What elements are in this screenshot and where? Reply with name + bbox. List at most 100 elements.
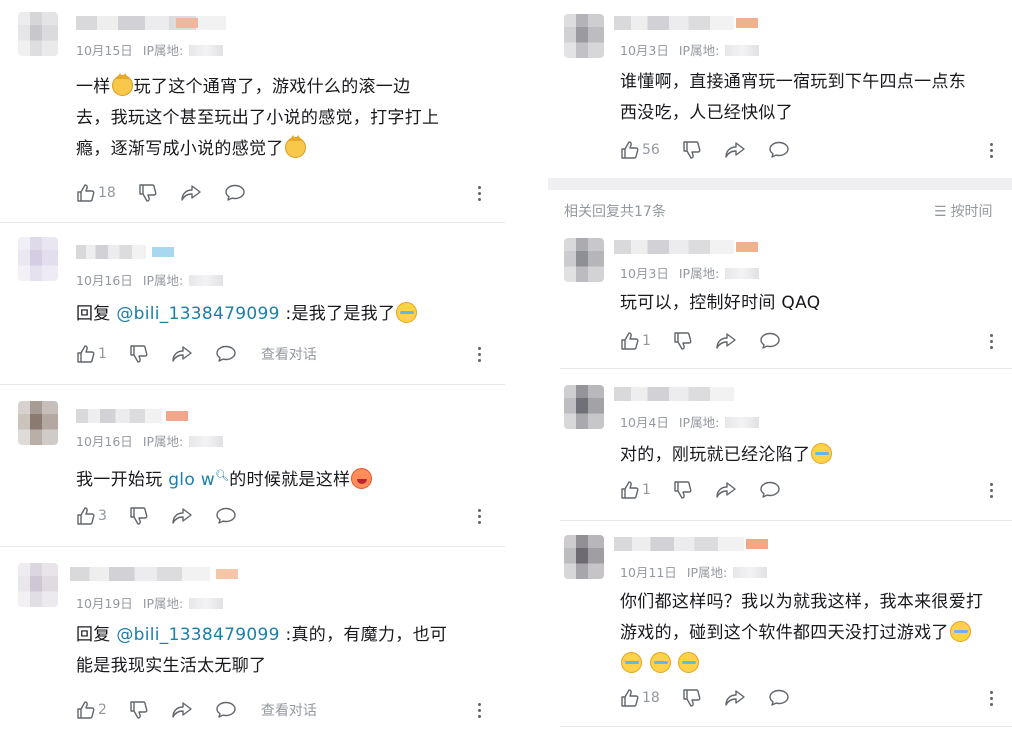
thumb-down-icon (130, 345, 148, 363)
comment-bubble-icon (769, 141, 789, 158)
like-button[interactable]: 3 (76, 507, 107, 525)
comment-actions: 2 查看对话 (76, 699, 317, 721)
comment-bubble-icon (760, 481, 780, 498)
like-button[interactable]: 1 (620, 481, 651, 499)
dislike-button[interactable] (682, 689, 702, 707)
level-badge (152, 247, 174, 257)
sort-lines-icon: ☰ (934, 204, 947, 220)
share-button[interactable] (171, 701, 193, 719)
level-badge (166, 411, 188, 421)
crying-emoji (649, 652, 671, 673)
comment-meta: 10月4日 IP属地: (620, 412, 760, 431)
like-count: 1 (98, 346, 107, 362)
avatar[interactable] (564, 535, 604, 579)
avatar[interactable] (564, 385, 604, 429)
mention-link[interactable]: @bili_1338479099 (116, 304, 279, 324)
crying-emoji (811, 443, 833, 464)
more-options-icon[interactable] (990, 334, 994, 352)
reply-button[interactable] (215, 507, 237, 525)
comment-date: 10月19日 (76, 596, 133, 611)
avatar[interactable] (18, 237, 58, 281)
crying-emoji (678, 652, 700, 673)
search-keyword-link[interactable]: glo w (168, 470, 215, 490)
comment-text-part: 的时候就是这样 (229, 470, 351, 490)
reply-button[interactable] (224, 184, 246, 202)
mention-link[interactable]: @bili_1338479099 (116, 625, 279, 645)
dislike-button[interactable] (682, 141, 702, 159)
more-options-icon[interactable] (478, 186, 482, 204)
more-options-icon[interactable] (990, 691, 994, 709)
share-button[interactable] (715, 332, 737, 350)
username[interactable] (614, 387, 734, 401)
share-button[interactable] (171, 507, 193, 525)
comment-text-line: 去，我玩这个甚至玩出了小说的感觉，打字打上 (76, 108, 440, 128)
thumb-down-icon (683, 141, 701, 159)
reply-text: :是我了是我了 (279, 304, 396, 324)
reply-button[interactable] (759, 481, 781, 499)
username[interactable] (76, 409, 162, 423)
comment-text: 我一开始玩 glo w🔍︎的时候就是这样 (76, 460, 496, 496)
username[interactable] (614, 16, 734, 30)
reply-button[interactable] (215, 345, 237, 363)
username[interactable] (76, 245, 146, 259)
more-options-icon[interactable] (990, 143, 994, 161)
more-options-icon[interactable] (478, 509, 482, 527)
dislike-button[interactable] (673, 332, 693, 350)
comment-item: 10月16日 IP属地: 我一开始玩 glo w🔍︎的时候就是这样 3 (0, 385, 508, 545)
like-button[interactable]: 18 (620, 689, 660, 707)
reply-button[interactable] (768, 141, 790, 159)
dislike-button[interactable] (129, 507, 149, 525)
reply-button[interactable] (768, 689, 790, 707)
view-conversation-link[interactable]: 查看对话 (261, 344, 317, 364)
username[interactable] (70, 567, 210, 581)
reply-button[interactable] (215, 701, 237, 719)
thumb-down-icon (139, 184, 157, 202)
comment-date: 10月16日 (76, 434, 133, 449)
view-conversation-link[interactable]: 查看对话 (261, 700, 317, 720)
search-icon: 🔍︎ (214, 469, 230, 482)
username[interactable] (76, 16, 226, 30)
comment-bubble-icon (216, 507, 236, 524)
like-button[interactable]: 1 (76, 345, 107, 363)
share-button[interactable] (724, 141, 746, 159)
dislike-button[interactable] (129, 701, 149, 719)
ip-location (733, 567, 768, 578)
section-separator (548, 178, 1012, 190)
like-button[interactable]: 18 (76, 184, 116, 202)
more-options-icon[interactable] (478, 347, 482, 365)
avatar[interactable] (564, 14, 604, 58)
like-count: 1 (642, 482, 651, 498)
username[interactable] (614, 240, 734, 254)
more-options-icon[interactable] (478, 703, 482, 721)
share-button[interactable] (715, 481, 737, 499)
sort-by-time-button[interactable]: ☰ 按时间 (934, 201, 993, 221)
avatar[interactable] (18, 563, 58, 607)
comment-meta: 10月16日 IP属地: (76, 431, 224, 450)
dislike-button[interactable] (138, 184, 158, 202)
avatar[interactable] (18, 401, 58, 445)
like-button[interactable]: 2 (76, 701, 107, 719)
ip-location (189, 275, 224, 286)
avatar[interactable] (564, 238, 604, 282)
share-button[interactable] (180, 184, 202, 202)
comment-date: 10月16日 (76, 273, 133, 288)
dislike-button[interactable] (129, 345, 149, 363)
like-button[interactable]: 1 (620, 332, 651, 350)
reply-text: :真的，有魔力，也可 (279, 625, 448, 645)
avatar[interactable] (18, 12, 58, 56)
share-button[interactable] (171, 345, 193, 363)
ip-label: IP属地: (686, 565, 728, 580)
reply-prefix: 回复 (76, 304, 117, 324)
comment-bubble-icon (216, 701, 236, 718)
reply-button[interactable] (759, 332, 781, 350)
dislike-button[interactable] (673, 481, 693, 499)
more-options-icon[interactable] (990, 483, 994, 501)
username[interactable] (614, 537, 744, 551)
share-button[interactable] (724, 689, 746, 707)
comment-text-line: 你们都这样吗？我以为就我这样，我本来很爱打 (620, 592, 984, 612)
thumb-down-icon (674, 481, 692, 499)
comment-actions: 3 (76, 505, 259, 527)
like-button[interactable]: 56 (620, 141, 660, 159)
comment-date: 10月4日 (620, 415, 669, 430)
thumb-up-icon (77, 507, 95, 525)
